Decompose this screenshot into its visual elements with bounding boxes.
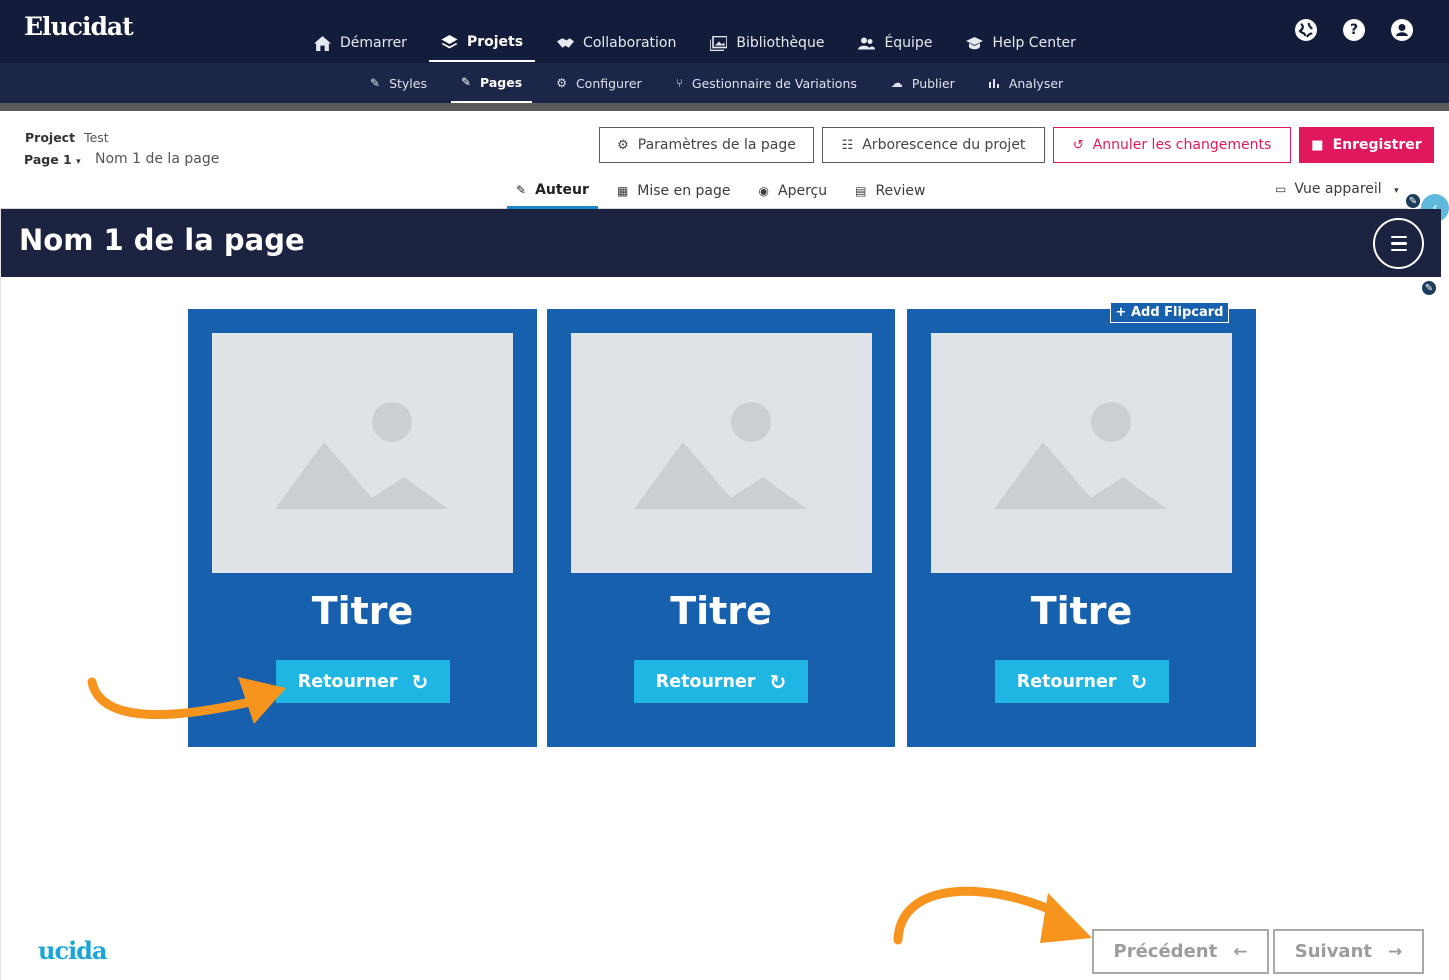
annotation-arrow: [87, 677, 286, 724]
annotation-arrows: [87, 677, 1092, 945]
annotation-arrow: [893, 886, 1092, 945]
